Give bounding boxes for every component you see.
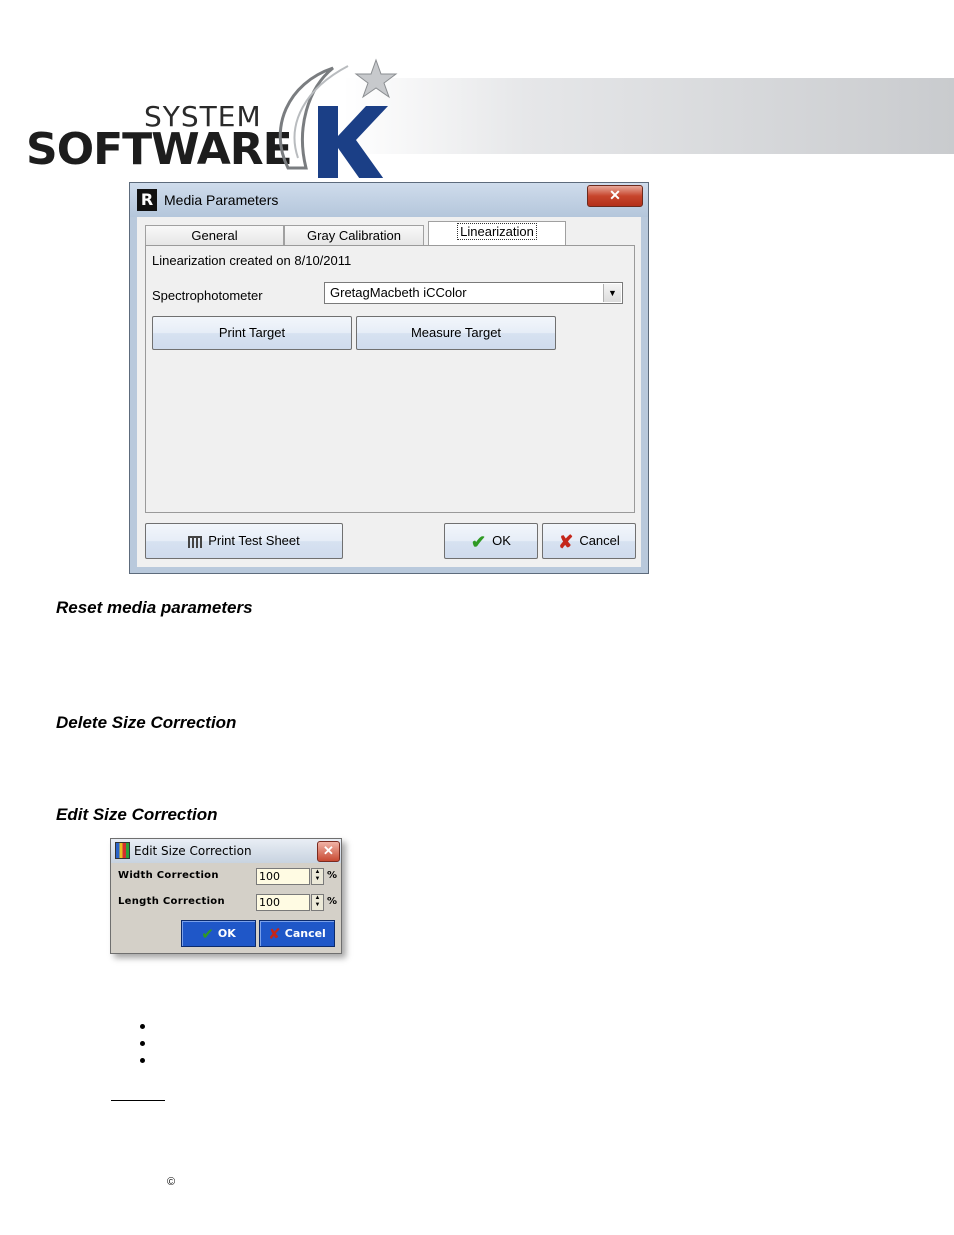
dialog-title: Media Parameters	[164, 192, 279, 208]
logo-k-mark	[278, 58, 398, 178]
print-target-button[interactable]: Print Target	[152, 316, 352, 350]
x-icon: ✘	[558, 531, 574, 552]
tab-gray-calibration[interactable]: Gray Calibration	[284, 225, 424, 245]
button-label: Cancel	[284, 927, 326, 940]
close-button[interactable]: ✕	[587, 185, 643, 207]
tab-label: General	[191, 228, 238, 243]
copyright-symbol: ©	[167, 1176, 176, 1188]
chevron-down-icon[interactable]: ▼	[603, 284, 621, 302]
bullet-point	[140, 1024, 145, 1029]
dialog-titlebar[interactable]: Edit Size Correction ✕	[111, 839, 341, 863]
app-r-icon: R	[137, 189, 157, 211]
tab-linearization[interactable]: Linearization	[428, 221, 566, 247]
footnote-rule	[111, 1100, 165, 1101]
width-correction-label: Width Correction	[118, 870, 219, 881]
length-correction-input[interactable]: 100	[256, 894, 310, 911]
length-correction-label: Length Correction	[118, 896, 225, 907]
system-k-logo: SYSTEM SOFTWARE	[0, 20, 420, 178]
dialog-title: Edit Size Correction	[134, 844, 252, 858]
width-unit: %	[327, 870, 338, 881]
measure-target-button[interactable]: Measure Target	[356, 316, 556, 350]
ok-button[interactable]: ✔ OK	[444, 523, 538, 559]
length-unit: %	[327, 896, 338, 907]
media-parameters-dialog: R Media Parameters ✕ General Gray Calibr…	[129, 182, 649, 574]
cancel-button[interactable]: ✘ Cancel	[542, 523, 636, 559]
linearization-panel: Linearization created on 8/10/2011 Spect…	[145, 245, 635, 513]
ok-button[interactable]: ✔ OK	[181, 920, 256, 947]
heading-edit-size-correction: Edit Size Correction	[56, 805, 218, 824]
x-icon: ✘	[268, 924, 281, 943]
bullet-point	[140, 1058, 145, 1063]
tab-label: Linearization	[457, 223, 537, 240]
close-button[interactable]: ✕	[317, 841, 340, 862]
heading-reset-media-parameters: Reset media parameters	[56, 598, 253, 617]
dialog-body: General Gray Calibration Linearization L…	[137, 217, 641, 567]
spectrophotometer-label: Spectrophotometer	[152, 288, 263, 303]
cancel-button[interactable]: ✘ Cancel	[259, 920, 335, 947]
dialog-titlebar[interactable]: R Media Parameters ✕	[130, 183, 648, 217]
bullet-point	[140, 1041, 145, 1046]
tab-label: Gray Calibration	[307, 228, 401, 243]
check-icon: ✔	[471, 531, 487, 552]
width-spinner[interactable]: ▲ ▼	[311, 868, 324, 885]
length-spinner[interactable]: ▲ ▼	[311, 894, 324, 911]
button-label: OK	[217, 927, 236, 940]
edit-size-correction-dialog: Edit Size Correction ✕ Width Correction …	[110, 838, 342, 954]
button-label: Cancel	[579, 533, 620, 548]
select-value: GretagMacbeth iCColor	[330, 285, 467, 300]
test-sheet-icon	[188, 535, 203, 548]
button-label: OK	[492, 533, 511, 548]
heading-delete-size-correction: Delete Size Correction	[56, 713, 237, 732]
tab-general[interactable]: General	[145, 225, 284, 245]
button-label: Print Test Sheet	[208, 533, 300, 548]
check-icon: ✔	[201, 924, 214, 943]
print-test-sheet-button[interactable]: Print Test Sheet	[145, 523, 343, 559]
width-correction-input[interactable]: 100	[256, 868, 310, 885]
logo-software-text: SOFTWARE	[26, 124, 293, 175]
spectrophotometer-select[interactable]: GretagMacbeth iCColor ▼	[324, 282, 623, 304]
app-color-bars-icon	[115, 842, 130, 859]
linearization-status: Linearization created on 8/10/2011	[152, 253, 352, 268]
